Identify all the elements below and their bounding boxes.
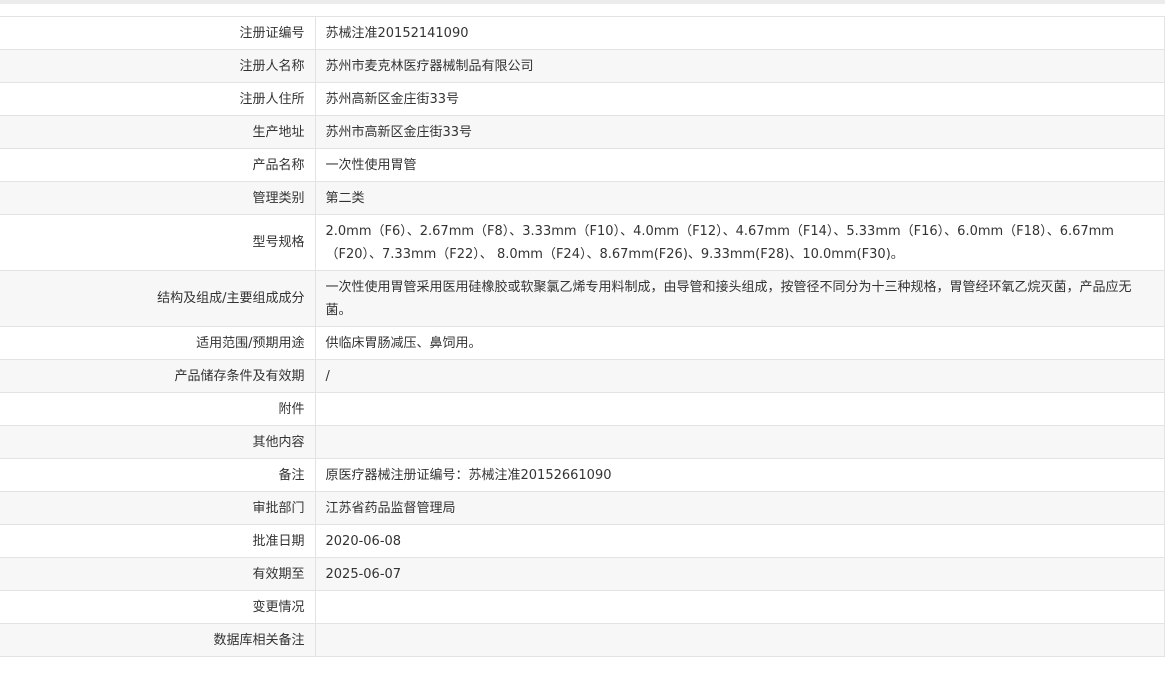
row-value-approval-department: 江苏省药品监督管理局 <box>315 491 1165 525</box>
row-value-database-remarks <box>315 623 1165 657</box>
table-row: 注册人名称 苏州市麦克林医疗器械制品有限公司 <box>0 49 1165 83</box>
table-row: 附件 <box>0 392 1165 426</box>
table-row: 适用范围/预期用途 供临床胃肠减压、鼻饲用。 <box>0 326 1165 360</box>
table-row: 管理类别 第二类 <box>0 181 1165 215</box>
table-row: 其他内容 <box>0 425 1165 459</box>
table-row: 备注 原医疗器械注册证编号：苏械注准20152661090 <box>0 458 1165 492</box>
row-label-other-content: 其他内容 <box>0 425 316 459</box>
row-label-registrant-name: 注册人名称 <box>0 49 316 83</box>
row-label-database-remarks: 数据库相关备注 <box>0 623 316 657</box>
row-label-registrant-address: 注册人住所 <box>0 82 316 116</box>
table-row: 变更情况 <box>0 590 1165 624</box>
table-row: 结构及组成/主要组成成分 一次性使用胃管采用医用硅橡胶或软聚氯乙烯专用料制成，由… <box>0 270 1165 327</box>
row-value-registrant-name: 苏州市麦克林医疗器械制品有限公司 <box>315 49 1165 83</box>
row-value-valid-until: 2025-06-07 <box>315 557 1165 591</box>
row-label-storage-validity: 产品储存条件及有效期 <box>0 359 316 393</box>
table-row: 产品名称 一次性使用胃管 <box>0 148 1165 182</box>
row-label-registration-number: 注册证编号 <box>0 16 316 50</box>
row-label-model-spec: 型号规格 <box>0 214 316 271</box>
row-label-management-class: 管理类别 <box>0 181 316 215</box>
row-value-management-class: 第二类 <box>315 181 1165 215</box>
row-label-structure-composition: 结构及组成/主要组成成分 <box>0 270 316 327</box>
table-row: 产品储存条件及有效期 / <box>0 359 1165 393</box>
row-label-intended-use: 适用范围/预期用途 <box>0 326 316 360</box>
row-value-registration-number: 苏械注准20152141090 <box>315 16 1165 50</box>
row-label-change-status: 变更情况 <box>0 590 316 624</box>
row-value-product-name: 一次性使用胃管 <box>315 148 1165 182</box>
top-scroll-band <box>0 0 1165 4</box>
row-label-product-name: 产品名称 <box>0 148 316 182</box>
table-row: 生产地址 苏州市高新区金庄街33号 <box>0 115 1165 149</box>
row-value-storage-validity: / <box>315 359 1165 393</box>
row-value-other-content <box>315 425 1165 459</box>
row-value-production-address: 苏州市高新区金庄街33号 <box>315 115 1165 149</box>
table-row: 注册人住所 苏州高新区金庄街33号 <box>0 82 1165 116</box>
table-row: 型号规格 2.0mm（F6）、2.67mm（F8）、3.33mm（F10）、4.… <box>0 214 1165 271</box>
table-row: 数据库相关备注 <box>0 623 1165 657</box>
row-value-remarks: 原医疗器械注册证编号：苏械注准20152661090 <box>315 458 1165 492</box>
row-value-model-spec: 2.0mm（F6）、2.67mm（F8）、3.33mm（F10）、4.0mm（F… <box>315 214 1165 271</box>
row-value-structure-composition: 一次性使用胃管采用医用硅橡胶或软聚氯乙烯专用料制成，由导管和接头组成，按管径不同… <box>315 270 1165 327</box>
row-label-attachments: 附件 <box>0 392 316 426</box>
table-row: 批准日期 2020-06-08 <box>0 524 1165 558</box>
row-value-attachments <box>315 392 1165 426</box>
row-label-approval-department: 审批部门 <box>0 491 316 525</box>
row-label-approval-date: 批准日期 <box>0 524 316 558</box>
row-value-approval-date: 2020-06-08 <box>315 524 1165 558</box>
row-label-remarks: 备注 <box>0 458 316 492</box>
row-value-registrant-address: 苏州高新区金庄街33号 <box>315 82 1165 116</box>
registration-detail-table: 注册证编号 苏械注准20152141090 注册人名称 苏州市麦克林医疗器械制品… <box>0 16 1165 657</box>
row-value-intended-use: 供临床胃肠减压、鼻饲用。 <box>315 326 1165 360</box>
row-label-production-address: 生产地址 <box>0 115 316 149</box>
row-label-valid-until: 有效期至 <box>0 557 316 591</box>
table-row: 注册证编号 苏械注准20152141090 <box>0 16 1165 50</box>
table-row: 审批部门 江苏省药品监督管理局 <box>0 491 1165 525</box>
row-value-change-status <box>315 590 1165 624</box>
table-row: 有效期至 2025-06-07 <box>0 557 1165 591</box>
